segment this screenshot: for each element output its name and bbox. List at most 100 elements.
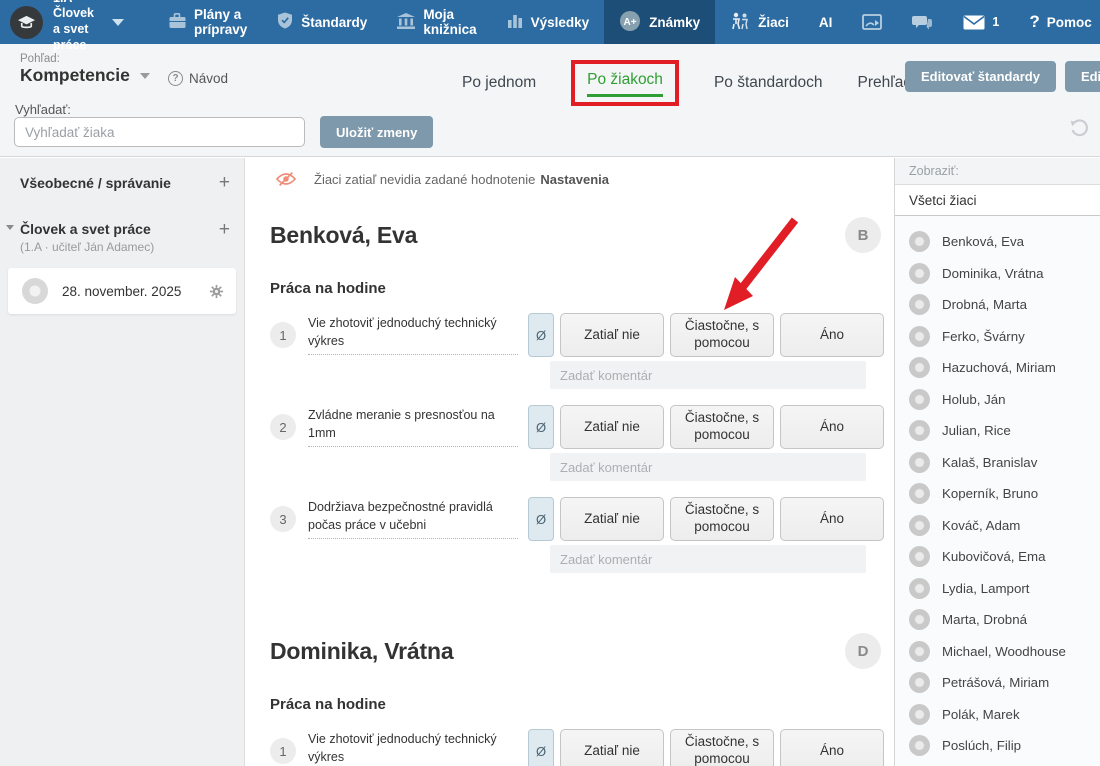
class-subject-switcher[interactable]: 1.A Človek a svet práce xyxy=(0,0,124,44)
student-list-item[interactable]: Benková, Eva xyxy=(895,226,1100,258)
tab-preh-ad[interactable]: Prehľad xyxy=(858,74,913,92)
student-list-item[interactable]: Hazuchová, Miriam xyxy=(895,352,1100,384)
sidebar-subject-section[interactable]: Človek a svet práce (1.A · učiteľ Ján Ad… xyxy=(0,191,244,254)
brand-text: 1.A Človek a svet práce xyxy=(53,0,94,53)
lesson-date-item[interactable]: 28. november. 2025 xyxy=(8,268,236,314)
plus-icon[interactable]: + xyxy=(219,219,230,241)
student-list-item[interactable]: Ferko, Švárny xyxy=(895,321,1100,353)
student-list-name: Polák, Marek xyxy=(942,707,1020,722)
chevron-down-icon xyxy=(6,225,14,230)
student-list-item[interactable]: Julian, Rice xyxy=(895,415,1100,447)
answer-notyet-button[interactable]: Zatiaľ nie xyxy=(560,405,664,449)
comment-input[interactable]: Zadať komentár xyxy=(550,545,866,573)
answer-yes-button[interactable]: Áno xyxy=(780,729,884,766)
nav-item-v-sledky[interactable]: Výsledky xyxy=(492,0,605,44)
subject-title: Človek a svet práce xyxy=(20,221,226,237)
criterion-text: Vie zhotoviť jednoduchý technický výkres xyxy=(308,731,518,766)
undo-icon[interactable] xyxy=(1068,118,1090,140)
lessons-sidebar: Všeobecné / správanie + Človek a svet pr… xyxy=(0,158,245,766)
student-list-item[interactable]: Petrášová, Miriam xyxy=(895,667,1100,699)
student-list-name: Petrášová, Miriam xyxy=(942,675,1049,690)
comment-input[interactable]: Zadať komentár xyxy=(550,361,866,389)
answer-notyet-button[interactable]: Zatiaľ nie xyxy=(560,313,664,357)
chat-button[interactable] xyxy=(897,0,948,44)
ai-button[interactable]: AI xyxy=(804,0,848,44)
student-list-name: Michael, Woodhouse xyxy=(942,644,1066,659)
nav-item--iaci[interactable]: Žiaci xyxy=(715,0,804,44)
answer-null-button[interactable]: Ø xyxy=(528,497,554,541)
answer-notyet-button[interactable]: Zatiaľ nie xyxy=(560,729,664,766)
student-list-name: Kalaš, Branislav xyxy=(942,455,1037,470)
criteria-group-title: Práca na hodine xyxy=(270,696,893,713)
student-list-item[interactable]: Poslúch, Filip xyxy=(895,730,1100,762)
student-list-name: Poslúch, Filip xyxy=(942,738,1021,753)
student-filter-select[interactable]: Všetci žiaci xyxy=(895,185,1100,216)
answer-yes-button[interactable]: Áno xyxy=(780,313,884,357)
tab-po-jednom[interactable]: Po jednom xyxy=(462,74,536,92)
student-avatar xyxy=(909,578,930,599)
student-avatar xyxy=(909,515,930,536)
answer-notyet-button[interactable]: Zatiaľ nie xyxy=(560,497,664,541)
help-button[interactable]: ? Pomoc xyxy=(1014,0,1100,44)
guide-link[interactable]: ? Návod xyxy=(168,71,228,86)
student-list-name: Julian, Rice xyxy=(942,423,1011,438)
student-list-item[interactable]: Michael, Woodhouse xyxy=(895,636,1100,668)
edit-button[interactable]: Editovať xyxy=(1065,61,1100,92)
view-selector[interactable]: Kompetencie xyxy=(20,65,150,86)
criterion-block: 3 Dodržiava bezpečnostné pravidlá počas … xyxy=(270,497,893,573)
student-list-item[interactable]: Polák, Marek xyxy=(895,699,1100,731)
answer-partial-button[interactable]: Čiastočne, s pomocou xyxy=(670,313,774,357)
criterion-block: 1 Vie zhotoviť jednoduchý technický výkr… xyxy=(270,729,893,766)
nav-item-moja-kni-nica[interactable]: Moja knižnica xyxy=(382,0,491,44)
student-list-item[interactable]: Kováč, Adam xyxy=(895,510,1100,542)
search-input[interactable] xyxy=(14,117,305,147)
answer-partial-button[interactable]: Čiastočne, s pomocou xyxy=(670,497,774,541)
criterion-number: 1 xyxy=(270,322,296,348)
student-list-item[interactable]: Kalaš, Branislav xyxy=(895,447,1100,479)
answer-partial-button[interactable]: Čiastočne, s pomocou xyxy=(670,729,774,766)
answer-yes-button[interactable]: Áno xyxy=(780,497,884,541)
messages-button[interactable]: 1 xyxy=(948,0,1014,44)
tab-po-tandardoch[interactable]: Po štandardoch xyxy=(714,74,823,92)
answer-yes-button[interactable]: Áno xyxy=(780,405,884,449)
people-icon xyxy=(730,12,750,33)
student-list-item[interactable]: Dominika, Vrátna xyxy=(895,258,1100,290)
answer-partial-button[interactable]: Čiastočne, s pomocou xyxy=(670,405,774,449)
cast-button[interactable] xyxy=(847,0,897,44)
envelope-icon xyxy=(963,15,985,30)
visibility-notice: Žiaci zatiaľ nevidia zadané hodnotenie N… xyxy=(270,171,893,187)
student-list-item[interactable]: Lydia, Lamport xyxy=(895,573,1100,605)
grading-main: Žiaci zatiaľ nevidia zadané hodnotenie N… xyxy=(246,158,893,766)
nav-item--tandardy[interactable]: Štandardy xyxy=(262,0,382,44)
student-list-item[interactable]: Kubovičová, Ema xyxy=(895,541,1100,573)
nav-item-zn-mky[interactable]: A+ Známky xyxy=(604,0,715,44)
student-avatar xyxy=(909,483,930,504)
library-icon xyxy=(397,13,415,29)
eye-slash-icon xyxy=(276,171,296,187)
answer-null-button[interactable]: Ø xyxy=(528,313,554,357)
lesson-date-label: 28. november. 2025 xyxy=(62,284,181,299)
mail-count-badge: 1 xyxy=(992,15,999,29)
answer-null-button[interactable]: Ø xyxy=(528,405,554,449)
student-list-item[interactable]: Holub, Ján xyxy=(895,384,1100,416)
student-list-item[interactable] xyxy=(895,762,1100,766)
nav-item-pl-ny-a-pr-pravy[interactable]: Plány a prípravy xyxy=(154,0,262,44)
student-list-item[interactable]: Koperník, Bruno xyxy=(895,478,1100,510)
student-avatar xyxy=(909,452,930,473)
student-avatar xyxy=(909,263,930,284)
sidebar-subject-section[interactable]: Všeobecné / správanie + xyxy=(0,158,244,191)
student-list-item[interactable]: Marta, Drobná xyxy=(895,604,1100,636)
help-label: Pomoc xyxy=(1047,15,1092,30)
gear-icon[interactable] xyxy=(209,284,224,299)
settings-link[interactable]: Nastavenia xyxy=(540,172,609,187)
student-list: Benková, Eva Dominika, Vrátna Drobná, Ma… xyxy=(895,216,1100,766)
save-changes-button[interactable]: Uložiť zmeny xyxy=(320,116,433,148)
comment-input[interactable]: Zadať komentár xyxy=(550,453,866,481)
student-avatar xyxy=(909,389,930,410)
student-list-item[interactable]: Drobná, Marta xyxy=(895,289,1100,321)
student-list-name: Benková, Eva xyxy=(942,234,1024,249)
answer-null-button[interactable]: Ø xyxy=(528,729,554,766)
student-avatar xyxy=(909,326,930,347)
edit-standards-button[interactable]: Editovať štandardy xyxy=(905,61,1056,92)
tab-po-iakoch[interactable]: Po žiakoch xyxy=(587,71,663,97)
